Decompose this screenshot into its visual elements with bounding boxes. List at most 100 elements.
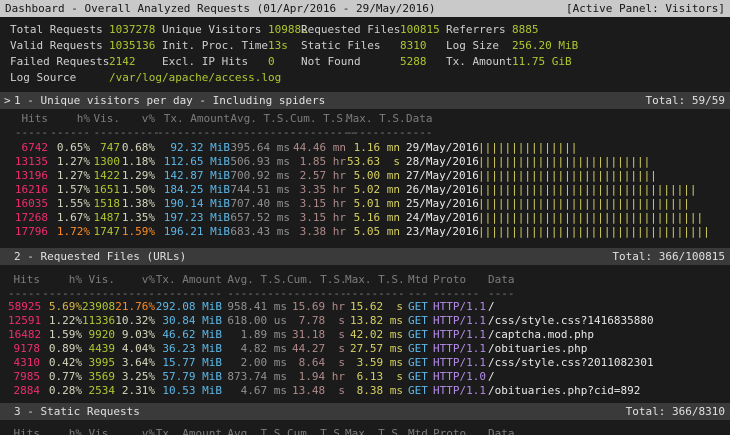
cell-avg-ts-header: Avg. T.S. [222,273,287,287]
cell-data: /css/style.css?1416835880 [488,314,654,328]
cell-visitors: 23908 [82,300,115,314]
summary-value: 256.20 MiB [512,38,578,54]
table-row[interactable]: 125911.22%1133610.32%30.84 MiB618.00 us7… [0,314,730,328]
table-row[interactable]: 162161.57%16511.50%184.25 MiB744.51 ms3.… [0,183,730,197]
app-title: Dashboard - Overall Analyzed Requests (0… [5,0,435,17]
cell-hits: 17796 [8,225,48,239]
cell-tx-amount: 10.53 MiB [155,384,222,398]
cell-data-dashes: ---- [406,126,478,140]
cell-visitors-pct: 4.04% [115,342,155,356]
activity-bar: |||||||||||||||||||||||||| [478,155,650,169]
summary-value: 100815 [400,22,446,38]
active-panel-marker [4,403,14,420]
cell-data: /obituaries.php?cid=892 [488,384,640,398]
cell-avg-ts-header: Avg. T.S. [222,427,287,435]
table-dashes: ----------------------------------------… [0,126,730,140]
cell-data: 26/May/2016 [406,183,478,197]
cell-max-ts: 5.02 mn [346,183,400,197]
summary-label: Log Source [10,70,109,86]
table-row[interactable]: 131351.27%13001.18%112.65 MiB506.93 ms1.… [0,155,730,169]
cell-tx-amount: 36.23 MiB [155,342,222,356]
cell-tx-amount-dashes: ----------- [155,126,230,140]
cell-data: 29/May/2016 [406,141,478,155]
panel-header[interactable]: 3 - Static RequestsTotal: 366/8310 [0,403,730,420]
cell-tx-amount: 142.87 MiB [155,169,230,183]
panel-2: 2 - Requested Files (URLs)Total: 366/100… [0,248,730,403]
cell-max-ts: 53.63 s [346,155,400,169]
cell-max-ts: 8.38 ms [345,384,403,398]
summary-label: Tx. Amount [446,54,512,70]
cell-visitors: 11336 [82,314,115,328]
cell-method: GET [408,300,433,314]
cell-avg-ts: 700.92 ms [230,169,290,183]
table-row[interactable]: 131961.27%14221.29%142.87 MiB700.92 ms2.… [0,169,730,183]
cell-visitors: 4439 [82,342,115,356]
cell-max-ts: 13.82 ms [345,314,403,328]
summary-label: Failed Requests [10,54,109,70]
summary-label: Not Found [301,54,400,70]
panel-header[interactable]: 2 - Requested Files (URLs)Total: 366/100… [0,248,730,265]
cell-protocol-dashes: ------- [433,287,486,301]
summary-row: Total Requests1037278Unique Visitors1098… [10,22,730,38]
cell-visitors-pct: 1.35% [120,211,155,225]
cell-hits-dashes: ----- [8,287,40,301]
cell-cum-ts: 3.15 hr [290,197,346,211]
cell-tx-amount: 190.14 MiB [155,197,230,211]
cell-protocol: HTTP/1.1 [433,314,486,328]
summary-label: Init. Proc. Time [162,38,268,54]
cell-hits: 13135 [8,155,48,169]
activity-bar: |||||||||||||||||||||||||||||||| [478,197,690,211]
table-row[interactable]: 79850.77%35693.25%57.79 MiB873.74 ms1.94… [0,370,730,384]
cell-visitors-pct: 1.29% [120,169,155,183]
cell-avg-ts: 707.40 ms [230,197,290,211]
cell-visitors: 3995 [82,356,115,370]
summary-overview: Total Requests1037278Unique Visitors1098… [10,22,730,86]
cell-cum-ts: 3.38 hr [290,225,346,239]
cell-avg-ts: 4.67 ms [222,384,287,398]
table-row[interactable]: 43100.42%39953.64%15.77 MiB2.00 ms8.64 s… [0,356,730,370]
cell-tx-amount: 46.62 MiB [155,328,222,342]
cell-avg-ts: 395.64 ms [230,141,290,155]
cell-hits: 2884 [8,384,40,398]
cell-cum-ts: 7.78 s [287,314,345,328]
cell-tx-amount-dashes: ---------- [155,287,222,301]
cell-tx-amount: 184.25 MiB [155,183,230,197]
table-row[interactable]: 172681.67%14871.35%197.23 MiB657.52 ms3.… [0,211,730,225]
table-row[interactable]: 177961.72%17471.59%196.21 MiB683.43 ms3.… [0,225,730,239]
summary-label: Excl. IP Hits [162,54,268,70]
table-row[interactable]: 589255.69%2390821.76%292.08 MiB958.41 ms… [0,300,730,314]
panel-total: Total: 366/8310 [626,403,725,420]
goaccess-dashboard: Dashboard - Overall Analyzed Requests (0… [0,0,730,435]
cell-method-header: Mtd [408,273,433,287]
cell-hits-pct-dashes: ------ [48,126,90,140]
cell-hits: 4310 [8,356,40,370]
table-row[interactable]: 160351.55%15181.38%190.14 MiB707.40 ms3.… [0,197,730,211]
cell-hits-pct: 1.27% [48,169,90,183]
cell-method: GET [408,342,433,356]
cell-avg-ts: 506.93 ms [230,155,290,169]
table-row[interactable]: 91780.89%44394.04%36.23 MiB4.82 ms44.27 … [0,342,730,356]
cell-cum-ts: 44.27 s [287,342,345,356]
summary-label: Referrers [446,22,512,38]
cell-max-ts: 5.05 mn [346,225,400,239]
summary-value: 1035136 [109,38,162,54]
table-row[interactable]: 164821.59%99209.03%46.62 MiB1.89 ms31.18… [0,328,730,342]
cell-visitors: 1487 [90,211,120,225]
panel-1: >1 - Unique visitors per day - Including… [0,92,730,248]
cell-tx-amount: 92.32 MiB [155,141,230,155]
table-row[interactable]: 67420.65%7470.68%92.32 MiB395.64 ms44.46… [0,141,730,155]
title-bar: Dashboard - Overall Analyzed Requests (0… [0,0,730,17]
summary-label: Log Size [446,38,512,54]
summary-label: Unique Visitors [162,22,268,38]
cell-method: GET [408,328,433,342]
cell-hits-pct: 0.28% [40,384,82,398]
table-row[interactable]: 28840.28%25342.31%10.53 MiB4.67 ms13.48 … [0,384,730,398]
cell-tx-amount: 30.84 MiB [155,314,222,328]
cell-tx-amount: 197.23 MiB [155,211,230,225]
activity-bar: |||||||||||||||||||||||||||||||||| [478,211,703,225]
table-column-headers: Hitsh%Vis.v%Tx. AmountAvg. T.S.Cum. T.S.… [0,112,730,126]
summary-value: 1037278 [109,22,162,38]
cell-visitors-pct: 1.18% [120,155,155,169]
cell-max-ts-header: Max. T.S. [345,427,403,435]
panel-header[interactable]: >1 - Unique visitors per day - Including… [0,92,730,109]
